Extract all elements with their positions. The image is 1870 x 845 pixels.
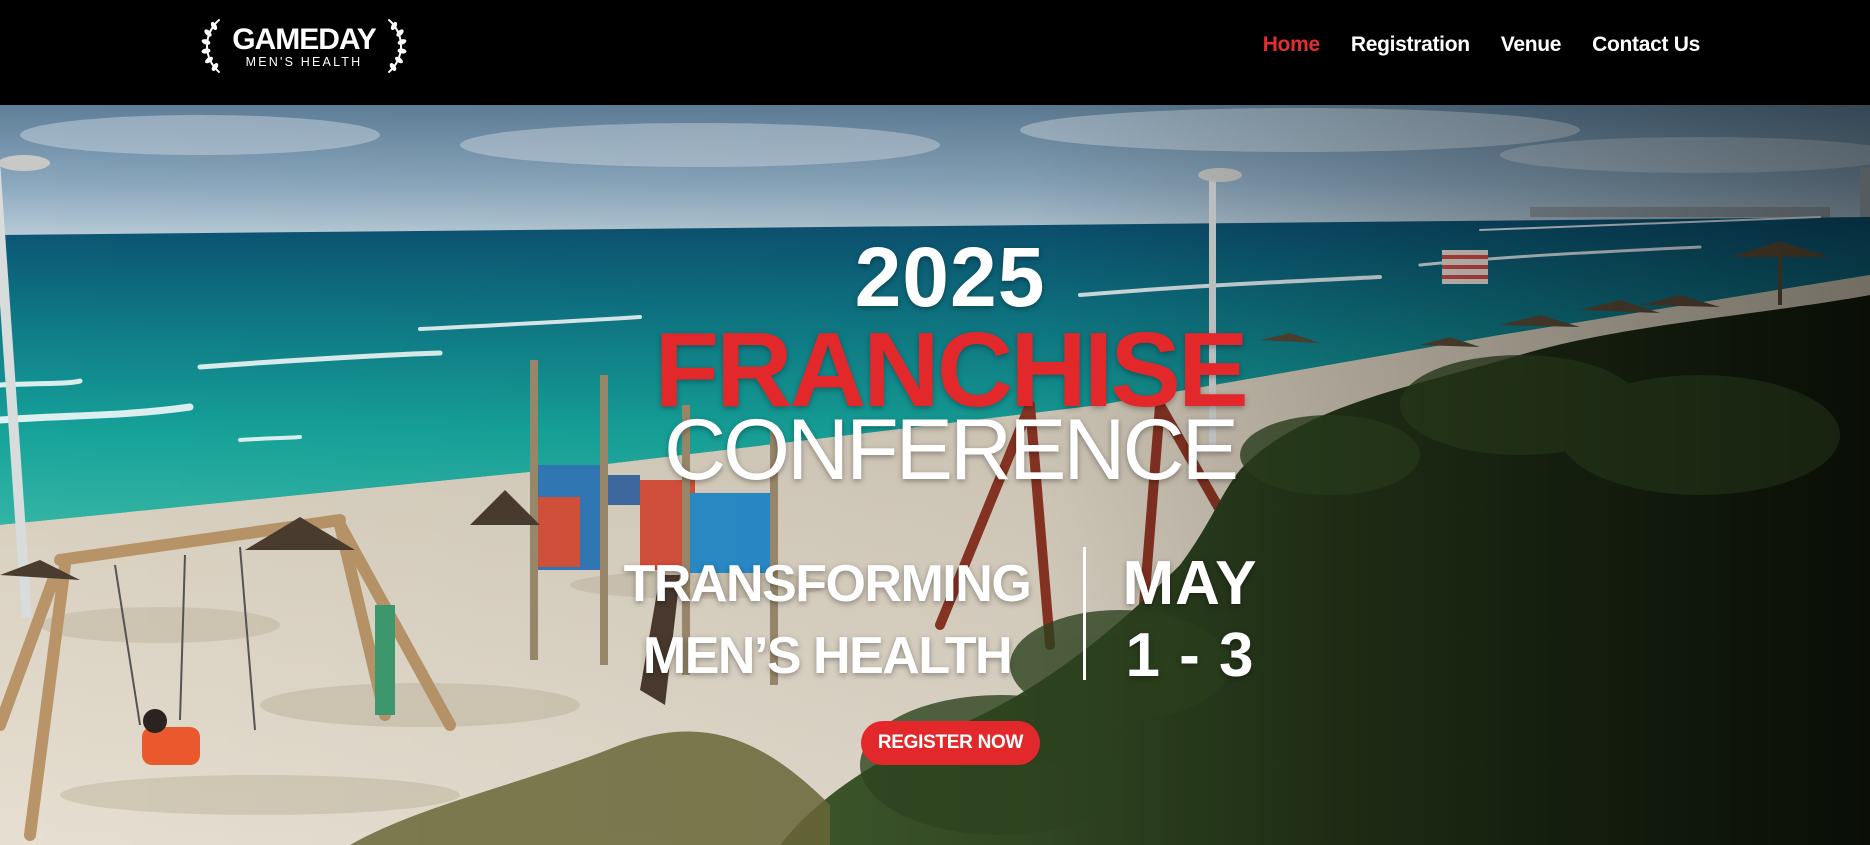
tagline-divider bbox=[1083, 547, 1086, 680]
nav-contact-us[interactable]: Contact Us bbox=[1592, 33, 1700, 57]
event-subtitle: CONFERENCE bbox=[663, 402, 1239, 498]
date-range: 1 - 3 bbox=[1125, 621, 1255, 690]
event-tagline: TRANSFORMING MEN’S HEALTH bbox=[597, 548, 1057, 692]
register-now-button[interactable]: REGISTER NOW bbox=[861, 721, 1040, 765]
logo-tagline: MEN'S HEALTH bbox=[245, 55, 363, 69]
nav-venue[interactable]: Venue bbox=[1501, 33, 1562, 57]
logo-wordmark: GAMEDAY bbox=[232, 23, 377, 56]
brand-logo[interactable]: GAMEDAY MEN'S HEALTH bbox=[201, 14, 407, 76]
tagline-line-2: MEN’S HEALTH bbox=[642, 627, 1013, 685]
hero-content: 2025 FRANCHISE CONFERENCE TRANSFORMING M… bbox=[0, 105, 1870, 845]
tagline-line-1: TRANSFORMING bbox=[623, 555, 1032, 613]
event-dates: MAY 1 - 3 bbox=[1090, 548, 1290, 692]
date-month: MAY bbox=[1122, 549, 1258, 618]
nav-registration[interactable]: Registration bbox=[1351, 33, 1470, 57]
main-nav: Home Registration Venue Contact Us bbox=[1263, 33, 1701, 57]
site-header: GAMEDAY MEN'S HEALTH Home Registration V… bbox=[0, 0, 1870, 105]
event-year: 2025 bbox=[854, 230, 1046, 324]
hero-section: 2025 FRANCHISE CONFERENCE TRANSFORMING M… bbox=[0, 105, 1870, 845]
nav-home[interactable]: Home bbox=[1263, 33, 1320, 57]
